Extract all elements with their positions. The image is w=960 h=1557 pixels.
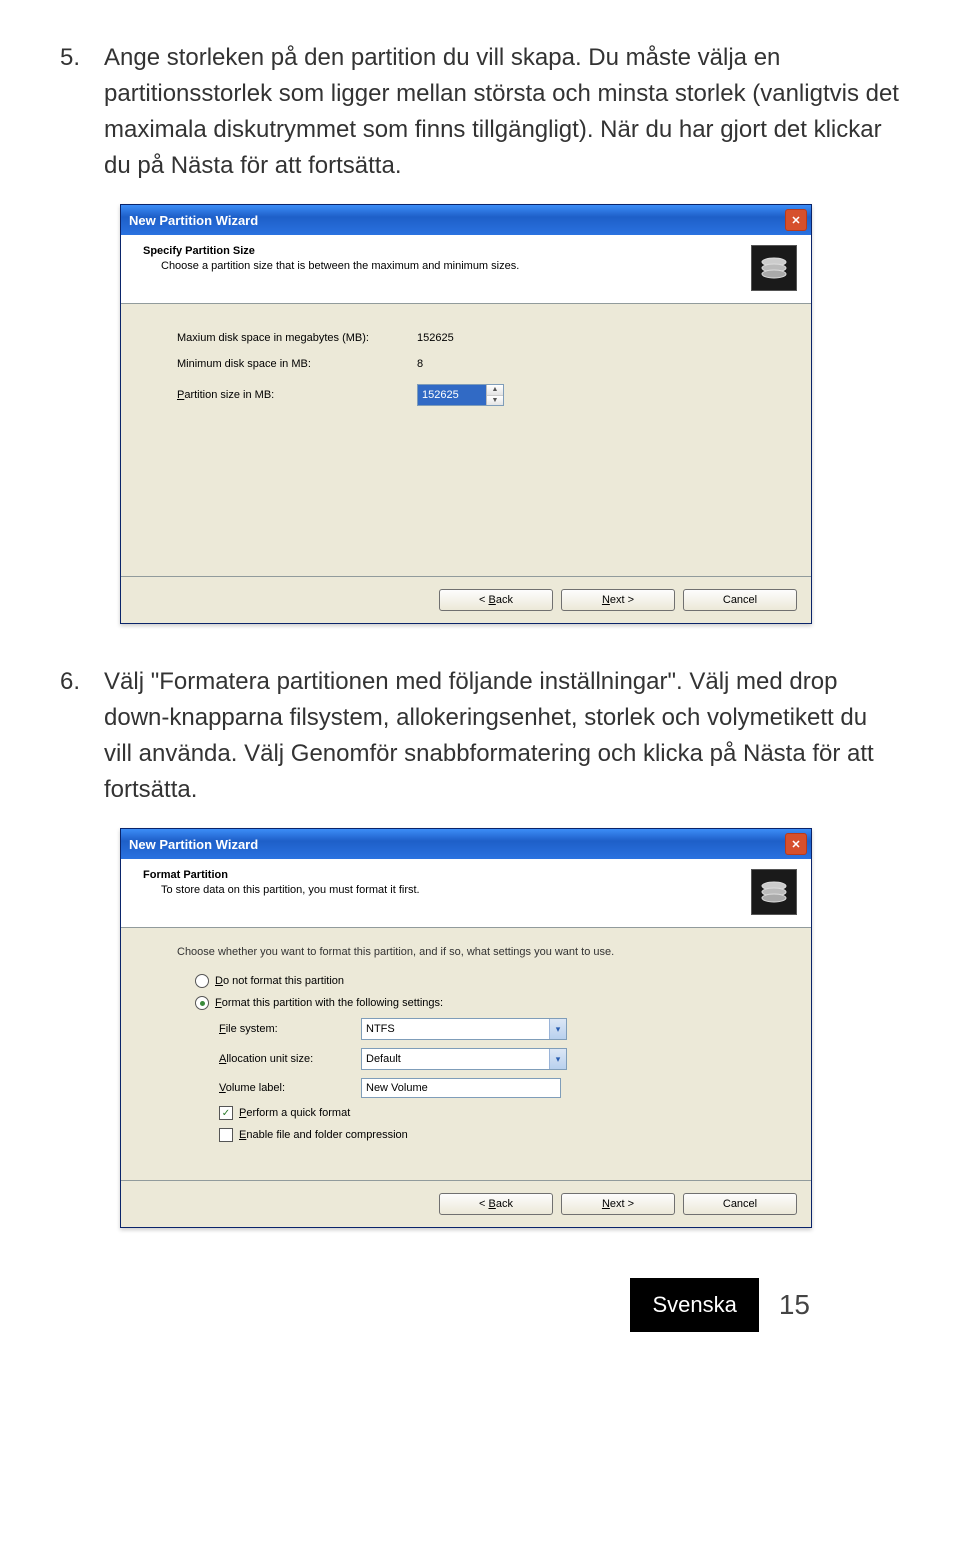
disk-icon <box>751 869 797 915</box>
spinner-down-icon[interactable]: ▼ <box>487 396 503 406</box>
cancel-button[interactable]: Cancel <box>683 589 797 611</box>
wizard2-header-title: Format Partition <box>143 869 751 881</box>
disk-icon <box>751 245 797 291</box>
step5-number: 5. <box>60 40 104 184</box>
file-system-dropdown[interactable]: NTFS ▾ <box>361 1018 567 1040</box>
min-space-value: 8 <box>417 358 775 370</box>
wizard2-header-subtitle: To store data on this partition, you mus… <box>143 884 751 896</box>
next-button[interactable]: Next > <box>561 1193 675 1215</box>
checkbox-quick-format[interactable]: ✓ <box>219 1106 233 1120</box>
wizard1-body: Maxium disk space in megabytes (MB): 152… <box>121 304 811 576</box>
wizard2-body: Choose whether you want to format this p… <box>121 928 811 1180</box>
radio-icon <box>195 974 209 988</box>
step6-number: 6. <box>60 664 104 808</box>
volume-label-input[interactable] <box>361 1078 561 1098</box>
file-system-label: File system: <box>219 1023 349 1035</box>
back-button[interactable]: < Back <box>439 1193 553 1215</box>
wizard2-title: New Partition Wizard <box>129 837 785 852</box>
step5-paragraph: 5. Ange storleken på den partition du vi… <box>60 40 900 184</box>
wizard-format-partition: New Partition Wizard ✕ Format Partition … <box>120 828 812 1228</box>
quick-format-label: Perform a quick format <box>239 1107 350 1119</box>
cancel-button[interactable]: Cancel <box>683 1193 797 1215</box>
wizard2-footer: < Back Next > Cancel <box>121 1180 811 1227</box>
spinner-up-icon[interactable]: ▲ <box>487 385 503 396</box>
close-icon[interactable]: ✕ <box>785 209 807 231</box>
allocation-unit-label: Allocation unit size: <box>219 1053 349 1065</box>
radio-format-with-settings[interactable]: Format this partition with the following… <box>177 996 775 1010</box>
footer-language-tag: Svenska <box>630 1278 758 1332</box>
allocation-unit-value: Default <box>366 1053 401 1065</box>
step6-paragraph: 6. Välj "Formatera partitionen med följa… <box>60 664 900 808</box>
wizard-specify-partition-size: New Partition Wizard ✕ Specify Partition… <box>120 204 812 624</box>
chevron-down-icon: ▾ <box>549 1049 566 1069</box>
chevron-down-icon: ▾ <box>549 1019 566 1039</box>
partition-size-field[interactable] <box>418 385 486 405</box>
wizard1-header: Specify Partition Size Choose a partitio… <box>121 235 811 304</box>
compression-label: Enable file and folder compression <box>239 1129 408 1141</box>
page-footer: Svenska 15 <box>60 1278 900 1332</box>
max-space-label: Maxium disk space in megabytes (MB): <box>177 332 417 344</box>
partition-size-label: Partition size in MB: <box>177 389 417 401</box>
wizard2-header: Format Partition To store data on this p… <box>121 859 811 928</box>
file-system-value: NTFS <box>366 1023 395 1035</box>
step5-text: Ange storleken på den partition du vill … <box>104 40 900 184</box>
radio-selected-icon <box>195 996 209 1010</box>
allocation-unit-dropdown[interactable]: Default ▾ <box>361 1048 567 1070</box>
wizard1-header-subtitle: Choose a partition size that is between … <box>143 260 751 272</box>
radio-do-not-format[interactable]: Do not format this partition <box>177 974 775 988</box>
next-button[interactable]: Next > <box>561 589 675 611</box>
close-icon[interactable]: ✕ <box>785 833 807 855</box>
wizard1-header-title: Specify Partition Size <box>143 245 751 257</box>
wizard2-titlebar[interactable]: New Partition Wizard ✕ <box>121 829 811 859</box>
max-space-value: 152625 <box>417 332 775 344</box>
wizard1-footer: < Back Next > Cancel <box>121 576 811 623</box>
volume-label-label: Volume label: <box>219 1082 349 1094</box>
back-button[interactable]: < Back <box>439 589 553 611</box>
wizard1-title: New Partition Wizard <box>129 213 785 228</box>
wizard1-titlebar[interactable]: New Partition Wizard ✕ <box>121 205 811 235</box>
wizard2-intro-text: Choose whether you want to format this p… <box>177 946 775 958</box>
footer-page-number: 15 <box>779 1289 810 1321</box>
min-space-label: Minimum disk space in MB: <box>177 358 417 370</box>
step6-text: Välj "Formatera partitionen med följande… <box>104 664 900 808</box>
partition-size-input[interactable]: ▲ ▼ <box>417 384 504 406</box>
checkbox-compression[interactable] <box>219 1128 233 1142</box>
